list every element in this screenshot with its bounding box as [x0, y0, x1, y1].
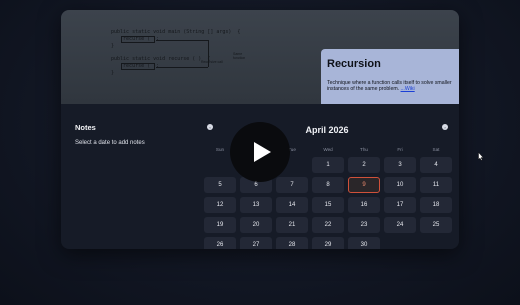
calendar-day[interactable]: 7	[276, 177, 308, 193]
diagram-arrow	[156, 40, 208, 41]
info-description: Technique where a function calls itself …	[327, 80, 453, 92]
notes-empty-text: Select a date to add notes	[75, 140, 145, 146]
code-highlight-box	[121, 36, 155, 43]
calendar-day[interactable]: 21	[276, 217, 308, 233]
weekday-header: Wed	[323, 147, 333, 152]
calendar-day[interactable]: 10	[384, 177, 416, 193]
calendar-day[interactable]: 1	[312, 157, 344, 173]
calendar-day[interactable]: 4	[420, 157, 452, 173]
code-note: Recursive call	[201, 60, 223, 64]
calendar-day[interactable]: 27	[240, 237, 272, 249]
calendar-day[interactable]: 16	[348, 197, 380, 213]
mouse-cursor-icon	[478, 152, 484, 161]
calendar-day[interactable]: 28	[276, 237, 308, 249]
info-title: Recursion	[327, 58, 381, 70]
weekday-header: Thu	[360, 147, 368, 152]
calendar-day[interactable]: 15	[312, 197, 344, 213]
calendar-day[interactable]: 22	[312, 217, 344, 233]
notes-panel: Notes Select a date to add notes	[75, 123, 195, 146]
calendar-day[interactable]: 26	[204, 237, 236, 249]
calendar-day[interactable]: 23	[348, 217, 380, 233]
next-month-button[interactable]: ›	[442, 124, 448, 130]
calendar-day[interactable]: 8	[312, 177, 344, 193]
calendar-day[interactable]: 24	[384, 217, 416, 233]
code-note: Same function	[233, 52, 246, 60]
play-icon	[254, 142, 271, 162]
calendar-day[interactable]: 17	[384, 197, 416, 213]
calendar-day[interactable]: 5	[204, 177, 236, 193]
calendar-day[interactable]: 14	[276, 197, 308, 213]
wiki-link[interactable]: ...Wiki	[401, 86, 415, 92]
calendar-day[interactable]: 25	[420, 217, 452, 233]
calendar-day[interactable]: 12	[204, 197, 236, 213]
calendar-day[interactable]: 20	[240, 217, 272, 233]
calendar-day[interactable]: 18	[420, 197, 452, 213]
calendar-day[interactable]: 29	[312, 237, 344, 249]
hero-diagram: public static void main (String [] args)…	[61, 10, 459, 104]
code-highlight-box	[121, 63, 155, 70]
calendar-day[interactable]: 13	[240, 197, 272, 213]
weekday-header: Sat	[432, 147, 440, 152]
chevron-right-icon: ›	[444, 124, 446, 130]
calendar-day[interactable]: 19	[204, 217, 236, 233]
calendar-day[interactable]: 3	[384, 157, 416, 173]
info-text: Technique where a function calls itself …	[327, 80, 452, 93]
weekday-header: Fri	[397, 147, 403, 152]
calendar-day-today[interactable]: 9	[348, 177, 380, 193]
calendar-day[interactable]: 11	[420, 177, 452, 193]
video-play-button[interactable]	[230, 122, 290, 182]
notes-title: Notes	[75, 123, 96, 132]
calendar-day[interactable]: 2	[348, 157, 380, 173]
diagram-arrow	[156, 67, 208, 68]
info-card: Recursion Technique where a function cal…	[321, 49, 459, 104]
calendar-day[interactable]: 30	[348, 237, 380, 249]
